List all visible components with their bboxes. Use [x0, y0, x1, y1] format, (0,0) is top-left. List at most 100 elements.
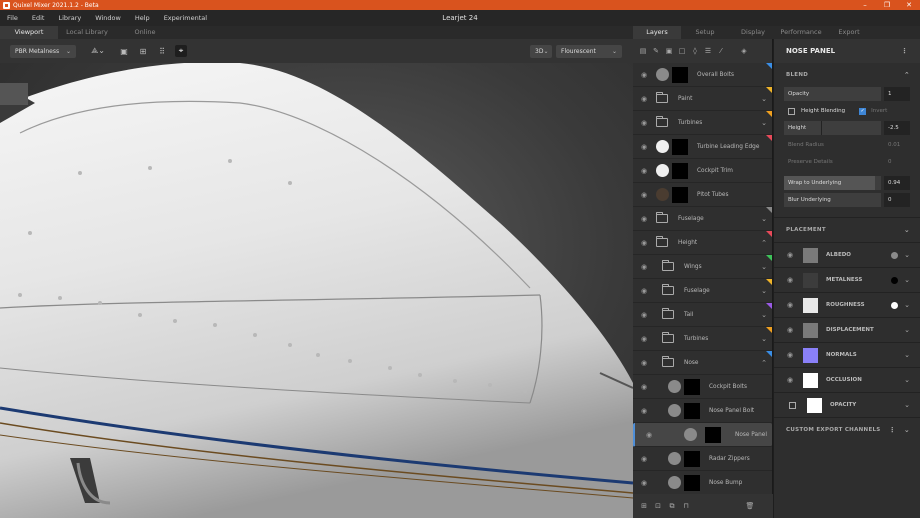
chevron-down-icon[interactable]: ⌄	[761, 119, 767, 127]
menu-experimental[interactable]: Experimental	[157, 14, 214, 22]
layer-row[interactable]: ◉ Nose ⌃	[633, 351, 772, 375]
tab-local-library[interactable]: Local Library	[58, 26, 116, 39]
layer-row[interactable]: ◉ Wings ⌄	[633, 255, 772, 279]
more-options-icon[interactable]: ⋮	[901, 47, 908, 55]
invert-checkbox[interactable]: ✓	[859, 107, 867, 115]
layer-row[interactable]: ◉ Fuselage ⌄	[633, 207, 772, 231]
channel-row[interactable]: ◉ OCCLUSION ⌄	[774, 368, 920, 392]
brush-icon[interactable]: ⁄	[716, 46, 726, 56]
chevron-down-icon[interactable]: ⌄	[904, 401, 910, 409]
opacity-slider[interactable]: Opacity	[784, 87, 881, 101]
chevron-down-icon[interactable]: ⌄	[904, 326, 910, 334]
tiles-view-button[interactable]: ⠿	[156, 45, 168, 57]
layer-row[interactable]: ◉ Height ⌃	[633, 231, 772, 255]
opacity-value[interactable]: 1	[884, 87, 910, 101]
menu-file[interactable]: File	[0, 14, 25, 22]
list-icon[interactable]: ☰	[703, 46, 713, 56]
chevron-down-icon[interactable]: ⌄	[904, 301, 910, 309]
add-mask-icon[interactable]: ⧉	[667, 501, 677, 511]
height-slider[interactable]: Height	[784, 121, 881, 135]
eye-icon[interactable]: ◉	[639, 215, 649, 223]
add-fill-icon[interactable]: ⊡	[653, 501, 663, 511]
eye-icon[interactable]: ◉	[787, 251, 797, 259]
menu-library[interactable]: Library	[51, 14, 88, 22]
lighting-select[interactable]: Flourescent ⌄	[556, 44, 622, 58]
height-blending-checkbox[interactable]	[788, 107, 795, 115]
blur-underlying-slider[interactable]: Blur Underlying	[784, 193, 881, 207]
chevron-down-icon[interactable]: ⌄	[761, 287, 767, 295]
chevron-down-icon[interactable]: ⌄	[761, 263, 767, 271]
layer-row[interactable]: ◉ Pitot Tubes	[633, 183, 772, 207]
drop-icon[interactable]: ◊	[690, 46, 700, 56]
layer-row[interactable]: ◉ Overall Bolts	[633, 63, 772, 87]
add-layer-icon[interactable]: ⊞	[639, 501, 649, 511]
close-icon[interactable]: ✕	[898, 0, 920, 10]
layers-icon[interactable]: ◈	[739, 46, 749, 56]
channel-row[interactable]: ◉ DISPLACEMENT ⌄	[774, 318, 920, 342]
channel-swatch[interactable]	[803, 372, 818, 388]
trash-icon[interactable]: 🗑	[745, 501, 755, 511]
chevron-up-icon[interactable]: ⌃	[761, 359, 767, 367]
menu-edit[interactable]: Edit	[25, 14, 52, 22]
height-value[interactable]: -2.5	[884, 121, 910, 135]
layer-row[interactable]: ◉ Nose Panel	[633, 423, 772, 447]
paint-brush-icon[interactable]: ✎	[651, 46, 661, 56]
channel-swatch[interactable]	[803, 322, 818, 338]
eye-icon[interactable]: ◉	[639, 335, 649, 343]
chevron-down-icon[interactable]: ⌄	[761, 215, 767, 223]
grid-view-button[interactable]: ⊞	[137, 45, 149, 57]
eye-icon[interactable]: ◉	[639, 191, 649, 199]
tab-setup[interactable]: Setup	[681, 26, 729, 39]
layer-row[interactable]: ◉ Paint ⌄	[633, 87, 772, 111]
square-layer-icon[interactable]: □	[677, 46, 687, 56]
layer-row[interactable]: ◉ Fuselage ⌄	[633, 279, 772, 303]
more-options-icon[interactable]: ⋮	[889, 426, 896, 434]
minimize-icon[interactable]: –	[854, 0, 876, 10]
eye-icon[interactable]: ◉	[639, 167, 649, 175]
eye-icon[interactable]: ◉	[639, 311, 649, 319]
view-mode-select[interactable]: 3D ⌄	[530, 44, 552, 58]
wrap-underlying-slider[interactable]: Wrap to Underlying	[784, 176, 881, 190]
eye-icon[interactable]: ◉	[639, 263, 649, 271]
eye-icon[interactable]: ◉	[639, 95, 649, 103]
layer-row[interactable]: ◉ Cockpit Bolts	[633, 375, 772, 399]
opacity-channel-checkbox[interactable]	[789, 401, 796, 409]
eye-icon[interactable]: ◉	[639, 359, 649, 367]
eye-icon[interactable]: ◉	[639, 383, 649, 391]
eye-icon[interactable]: ◉	[639, 407, 649, 415]
layer-row[interactable]: ◉ Turbine Leading Edge	[633, 135, 772, 159]
placement-section-header[interactable]: PLACEMENT ⌄	[774, 218, 920, 242]
channel-row[interactable]: ◉ ROUGHNESS ⌄	[774, 293, 920, 317]
eye-icon[interactable]: ◉	[639, 287, 649, 295]
channel-row[interactable]: OPACITY ⌄	[774, 393, 920, 417]
opacity-field[interactable]: Opacity 1	[784, 87, 910, 101]
channel-swatch[interactable]	[803, 272, 818, 288]
channel-swatch[interactable]	[803, 297, 818, 313]
eye-icon[interactable]: ◉	[787, 301, 797, 309]
eye-icon[interactable]: ◉	[639, 119, 649, 127]
maximize-icon[interactable]: ❐	[876, 0, 898, 10]
eye-icon[interactable]: ◉	[639, 143, 649, 151]
chevron-down-icon[interactable]: ⌄	[904, 376, 910, 384]
channel-row[interactable]: ◉ ALBEDO ⌄	[774, 243, 920, 267]
channel-row[interactable]: ◉ METALNESS ⌄	[774, 268, 920, 292]
eye-icon[interactable]: ◉	[787, 276, 797, 284]
layer-row[interactable]: ◉ Nose Panel Bolt	[633, 399, 772, 423]
channel-row[interactable]: ◉ NORMALS ⌄	[774, 343, 920, 367]
tab-layers[interactable]: Layers	[633, 26, 681, 39]
chevron-down-icon[interactable]: ⌄	[904, 251, 910, 259]
target-button[interactable]: ⌖	[175, 45, 187, 57]
blur-underlying-field[interactable]: Blur Underlying 0	[784, 193, 910, 207]
wrap-underlying-field[interactable]: Wrap to Underlying 0.94	[784, 176, 910, 190]
layer-row[interactable]: ◉ Radar Zippers	[633, 447, 772, 471]
3d-viewport[interactable]	[0, 63, 633, 518]
menu-help[interactable]: Help	[128, 14, 157, 22]
chevron-down-icon[interactable]: ⌄	[761, 95, 767, 103]
shapes-dropdown-button[interactable]: ⟁⌄	[88, 45, 108, 57]
layer-row[interactable]: ◉ Turbines ⌄	[633, 327, 772, 351]
tab-performance[interactable]: Performance	[777, 26, 825, 39]
menu-window[interactable]: Window	[88, 14, 128, 22]
eye-icon[interactable]: ◉	[787, 326, 797, 334]
chevron-down-icon[interactable]: ⌄	[904, 351, 910, 359]
image-layer-icon[interactable]: ▣	[664, 46, 674, 56]
